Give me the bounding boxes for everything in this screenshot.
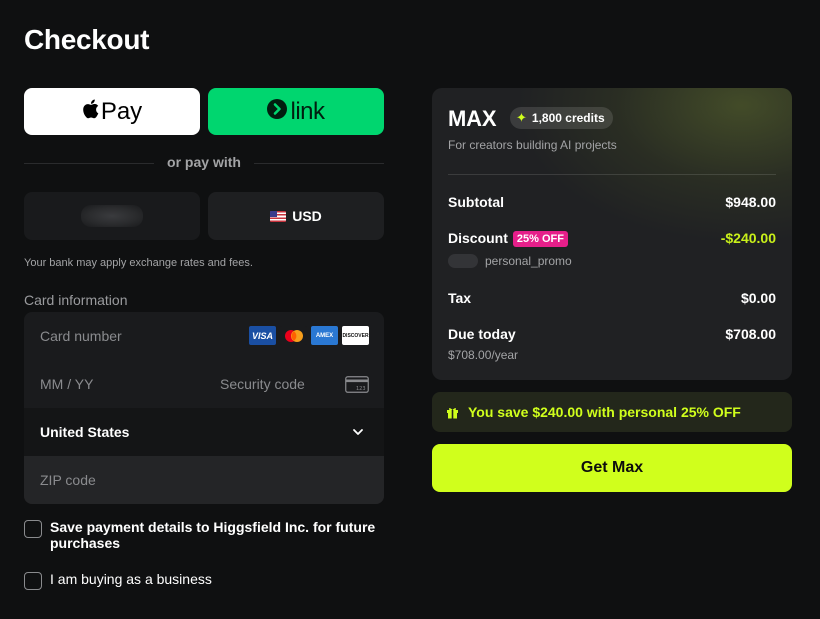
summary-divider <box>448 174 776 175</box>
country-value: United States <box>40 424 130 440</box>
apple-icon <box>82 99 99 124</box>
blurred-currency <box>81 205 143 227</box>
card-form: Card number VISA AMEX DISCOVER MM / YY S… <box>24 312 384 504</box>
card-expiry-security-row: MM / YY Security code 123 <box>24 360 384 408</box>
amex-icon: AMEX <box>311 326 338 345</box>
zip-placeholder: ZIP code <box>40 472 96 488</box>
wallet-buttons: Pay link <box>24 88 384 135</box>
divider-text: or pay with <box>167 154 241 170</box>
svg-text:123: 123 <box>356 386 366 392</box>
visa-icon: VISA <box>249 326 276 345</box>
discount-label-group: Discount 25% OFF <box>448 230 568 247</box>
link-pay-button[interactable]: link <box>208 88 384 135</box>
due-today-row: Due today $708.00 <box>448 326 776 342</box>
due-today-amount: $708.00 <box>725 326 776 342</box>
link-pay-label: link <box>290 97 325 125</box>
save-details-checkbox[interactable] <box>24 520 42 538</box>
gift-icon <box>446 406 459 419</box>
or-pay-with-divider: or pay with <box>24 154 384 170</box>
order-summary: MAX ✦ 1,800 credits For creators buildin… <box>432 88 792 380</box>
savings-banner: You save $240.00 with personal 25% OFF <box>432 392 792 432</box>
usd-currency-option[interactable]: USD <box>208 192 384 240</box>
card-number-field[interactable]: Card number VISA AMEX DISCOVER <box>24 312 384 360</box>
zip-code-field[interactable]: ZIP code <box>24 456 384 504</box>
business-option[interactable]: I am buying as a business <box>24 571 390 590</box>
card-information-label: Card information <box>24 292 128 308</box>
us-flag-icon <box>270 210 287 222</box>
mastercard-icon <box>280 326 307 345</box>
get-max-button[interactable]: Get Max <box>432 444 792 492</box>
link-arrow-icon <box>267 99 288 124</box>
country-select[interactable]: United States <box>24 408 384 456</box>
tax-row: Tax $0.00 <box>448 290 776 306</box>
credits-text: 1,800 credits <box>531 111 605 125</box>
cvc-card-icon: 123 <box>345 376 369 398</box>
billing-period: $708.00/year <box>448 348 519 362</box>
sparkle-icon: ✦ <box>516 110 527 125</box>
discount-amount: -$240.00 <box>720 230 776 246</box>
subtotal-label: Subtotal <box>448 194 504 210</box>
subtotal-row: Subtotal $948.00 <box>448 194 776 210</box>
apple-pay-button[interactable]: Pay <box>24 88 200 135</box>
expiry-field[interactable]: MM / YY <box>40 376 93 392</box>
local-currency-option[interactable] <box>24 192 200 240</box>
credits-badge: ✦ 1,800 credits <box>510 107 613 129</box>
save-details-label: Save payment details to Higgsfield Inc. … <box>50 519 376 551</box>
plan-description: For creators building AI projects <box>448 138 617 152</box>
discount-label: Discount <box>448 230 508 246</box>
due-today-label: Due today <box>448 326 516 342</box>
promo-code-row: personal_promo <box>448 254 572 268</box>
tax-label: Tax <box>448 290 472 306</box>
business-checkbox[interactable] <box>24 572 42 590</box>
save-details-option[interactable]: Save payment details to Higgsfield Inc. … <box>24 519 390 551</box>
bank-exchange-note: Your bank may apply exchange rates and f… <box>24 257 253 269</box>
usd-label: USD <box>292 208 322 224</box>
savings-text: You save $240.00 with personal 25% OFF <box>468 404 741 420</box>
discount-row: Discount 25% OFF -$240.00 <box>448 230 776 247</box>
card-number-placeholder: Card number <box>40 328 122 344</box>
promo-icon <box>448 254 478 268</box>
divider-line-right <box>254 163 384 164</box>
security-code-field[interactable]: Security code <box>220 376 305 392</box>
page-title: Checkout <box>24 24 150 55</box>
business-label: I am buying as a business <box>50 571 212 587</box>
discount-badge: 25% OFF <box>512 231 568 247</box>
currency-selector: USD <box>24 192 384 240</box>
promo-code: personal_promo <box>485 254 572 268</box>
card-brands: VISA AMEX DISCOVER <box>249 326 369 345</box>
discover-icon: DISCOVER <box>342 326 369 345</box>
plan-name: MAX <box>448 106 497 131</box>
tax-amount: $0.00 <box>740 290 776 306</box>
chevron-down-icon <box>348 422 368 447</box>
subtotal-amount: $948.00 <box>725 194 776 210</box>
apple-pay-label: Pay <box>100 97 143 125</box>
